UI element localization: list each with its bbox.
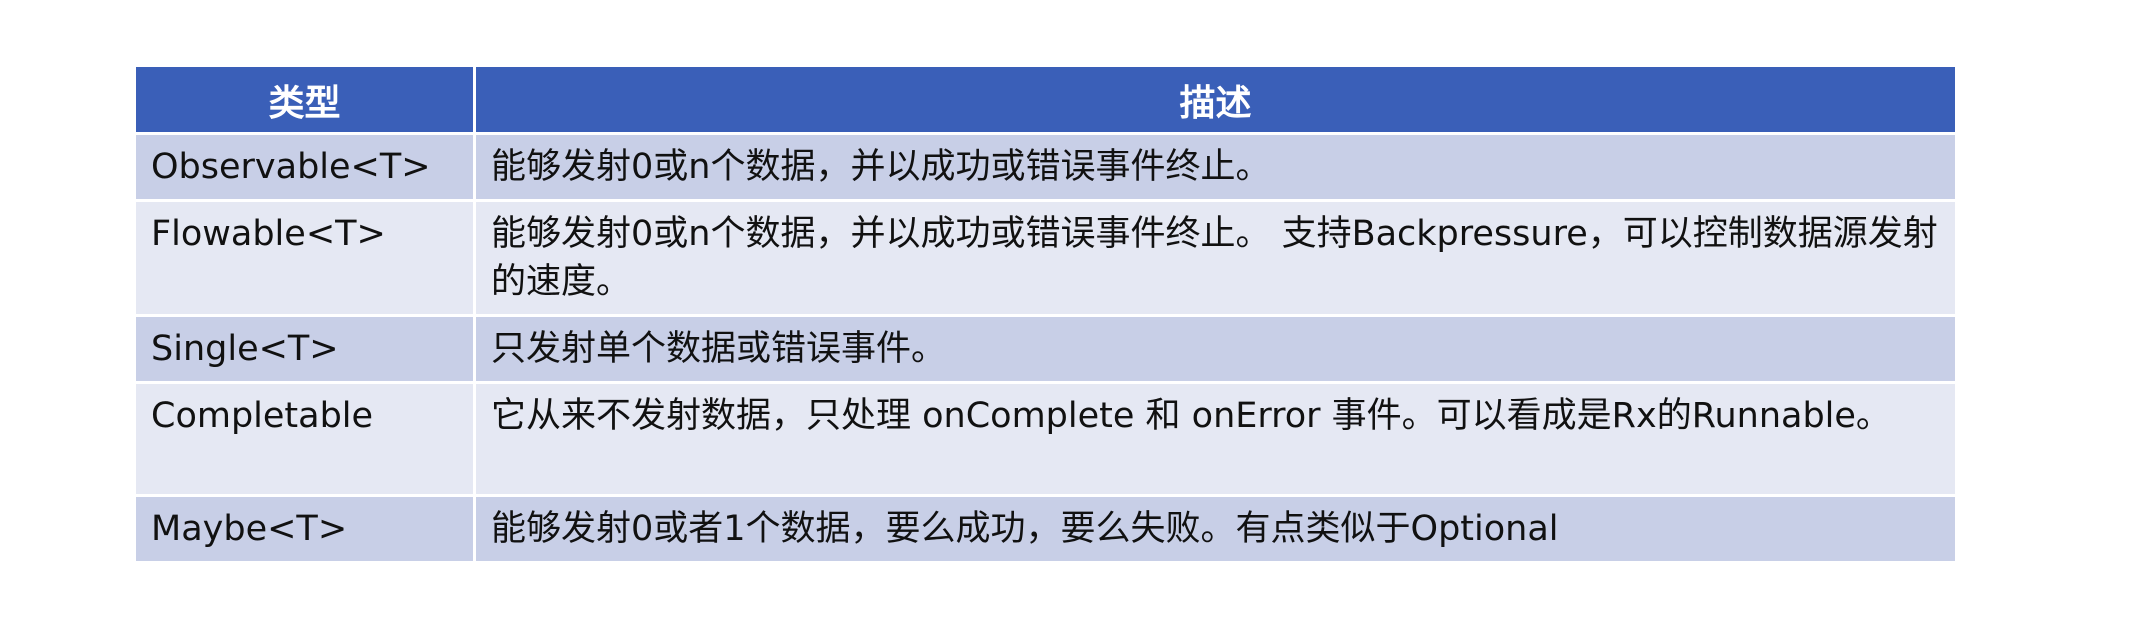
description-cell: 它从来不发射数据，只处理 onComplete 和 onError 事件。可以看… bbox=[473, 381, 1958, 497]
type-cell: Maybe<T> bbox=[133, 494, 476, 564]
table-row: Flowable<T> 能够发射0或n个数据，并以成功或错误事件终止。 支持Ba… bbox=[133, 199, 1958, 317]
table-row: Observable<T> 能够发射0或n个数据，并以成功或错误事件终止。 bbox=[133, 132, 1958, 202]
type-cell: Observable<T> bbox=[133, 132, 476, 202]
table-row: Maybe<T> 能够发射0或者1个数据，要么成功，要么失败。有点类似于Opti… bbox=[133, 494, 1958, 564]
header-type: 类型 bbox=[133, 64, 476, 135]
description-cell: 能够发射0或者1个数据，要么成功，要么失败。有点类似于Optional bbox=[473, 494, 1958, 564]
table-header-row: 类型 描述 bbox=[133, 64, 1958, 135]
table-row: Single<T> 只发射单个数据或错误事件。 bbox=[133, 314, 1958, 384]
header-description: 描述 bbox=[473, 64, 1958, 135]
rx-types-table: 类型 描述 Observable<T> 能够发射0或n个数据，并以成功或错误事件… bbox=[133, 64, 1958, 564]
description-cell: 只发射单个数据或错误事件。 bbox=[473, 314, 1958, 384]
description-cell: 能够发射0或n个数据，并以成功或错误事件终止。 bbox=[473, 132, 1958, 202]
table-row: Completable 它从来不发射数据，只处理 onComplete 和 on… bbox=[133, 381, 1958, 497]
type-cell: Completable bbox=[133, 381, 476, 497]
description-cell: 能够发射0或n个数据，并以成功或错误事件终止。 支持Backpressure，可… bbox=[473, 199, 1958, 317]
type-cell: Single<T> bbox=[133, 314, 476, 384]
type-cell: Flowable<T> bbox=[133, 199, 476, 317]
